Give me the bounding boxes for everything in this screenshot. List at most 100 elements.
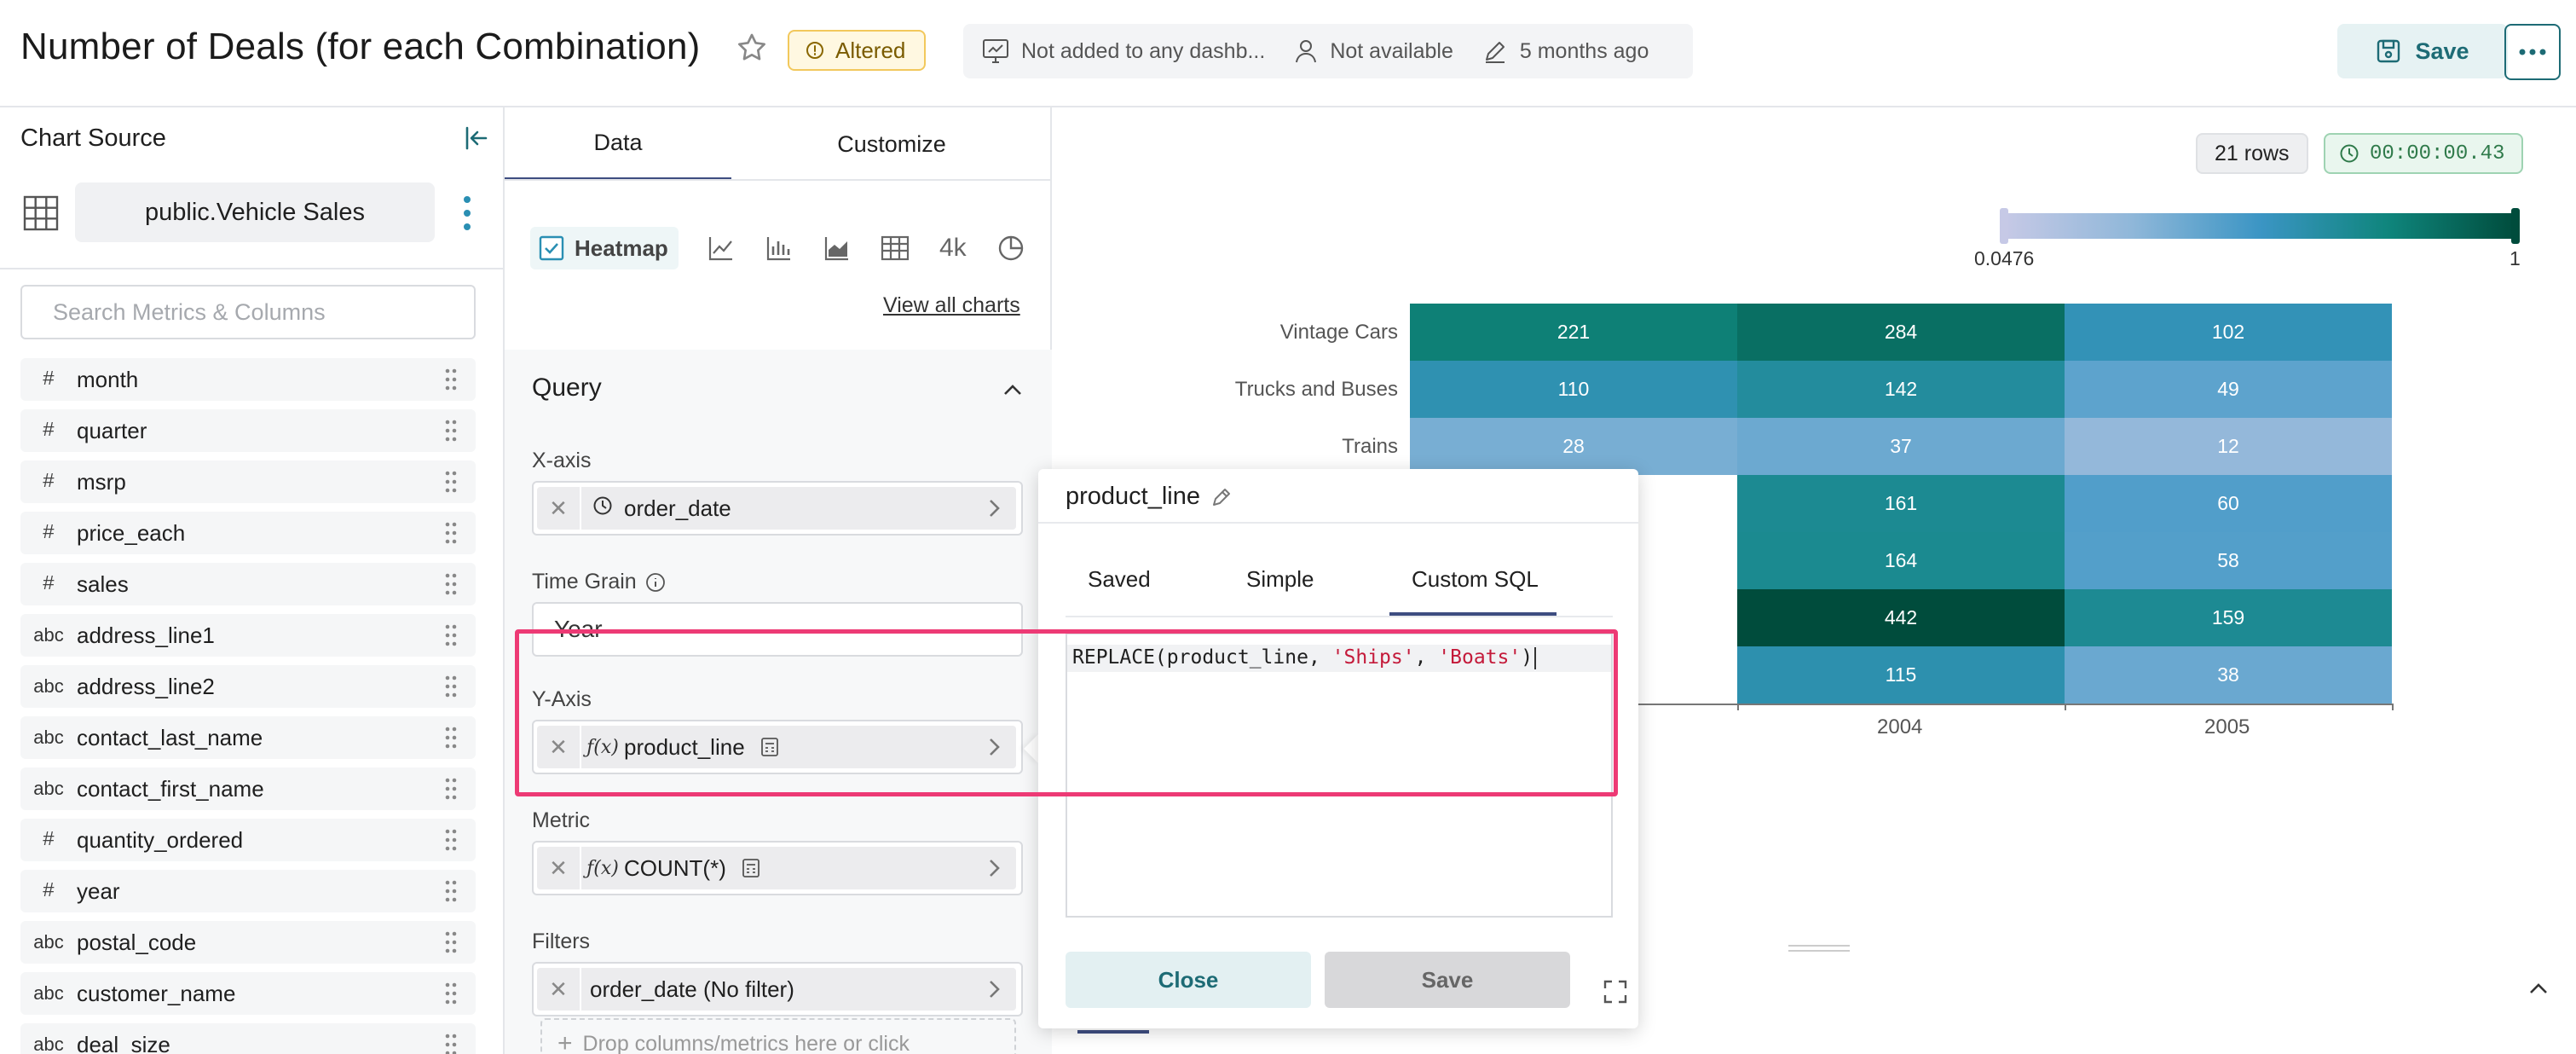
- metric-field[interactable]: ✕ ƒ(x) COUNT(*): [532, 841, 1023, 895]
- area-chart-icon[interactable]: [822, 233, 852, 264]
- collapse-left-icon[interactable]: [460, 123, 491, 153]
- filter-chip[interactable]: ✕ order_date (No filter): [537, 968, 1016, 1011]
- metric-chip[interactable]: ✕ ƒ(x) COUNT(*): [537, 847, 1016, 889]
- drag-handle-icon[interactable]: [445, 880, 457, 902]
- more-options-button[interactable]: [2504, 24, 2561, 80]
- drag-handle-icon[interactable]: [445, 778, 457, 800]
- save-button[interactable]: Save: [1325, 952, 1570, 1008]
- chevron-right-icon[interactable]: [984, 736, 1004, 758]
- heatmap-cell[interactable]: 38: [2065, 646, 2392, 704]
- chevron-right-icon[interactable]: [984, 857, 1004, 879]
- legend-min-handle[interactable]: [2000, 208, 2008, 244]
- big-number-chart-option[interactable]: 4k: [938, 233, 968, 264]
- drag-handle-icon[interactable]: [445, 368, 457, 391]
- tab-saved[interactable]: Saved: [1088, 566, 1151, 593]
- time-grain-select[interactable]: Year: [532, 602, 1023, 657]
- search-columns-input[interactable]: [20, 285, 476, 339]
- chevron-up-icon[interactable]: [2527, 977, 2550, 1001]
- drag-handle-icon[interactable]: [445, 471, 457, 493]
- altered-badge[interactable]: Altered: [788, 30, 927, 71]
- list-item[interactable]: # price_each: [20, 512, 476, 554]
- dataset-name[interactable]: public.Vehicle Sales: [75, 182, 435, 242]
- dataset-menu-icon[interactable]: [457, 193, 477, 234]
- owner-meta[interactable]: Not available: [1294, 38, 1453, 64]
- chevron-up-icon[interactable]: [1001, 379, 1025, 402]
- legend-max-handle[interactable]: [2511, 208, 2520, 244]
- list-item[interactable]: # year: [20, 870, 476, 912]
- heatmap-cell[interactable]: 142: [1737, 361, 2065, 418]
- info-icon[interactable]: [645, 572, 666, 593]
- list-item[interactable]: # msrp: [20, 460, 476, 503]
- chevron-right-icon[interactable]: [984, 978, 1004, 1000]
- drag-handle-icon[interactable]: [445, 522, 457, 544]
- chevron-right-icon[interactable]: [984, 497, 1004, 519]
- list-item[interactable]: abc deal_size: [20, 1023, 476, 1054]
- list-item[interactable]: # quantity_ordered: [20, 819, 476, 861]
- filter-field[interactable]: ✕ order_date (No filter): [532, 962, 1023, 1016]
- list-item[interactable]: abc contact_last_name: [20, 716, 476, 759]
- xaxis-chip[interactable]: ✕ order_date: [537, 487, 1016, 530]
- drag-handle-icon[interactable]: [445, 573, 457, 595]
- chart-title[interactable]: Number of Deals (for each Combination): [20, 26, 701, 68]
- tab-simple[interactable]: Simple: [1246, 566, 1314, 593]
- remove-icon[interactable]: ✕: [537, 976, 580, 1003]
- dashboards-meta[interactable]: Not added to any dashb...: [982, 38, 1265, 64]
- drag-handle-icon[interactable]: [445, 420, 457, 442]
- drag-handle-icon[interactable]: [445, 624, 457, 646]
- heatmap-cell[interactable]: 115: [1737, 646, 2065, 704]
- list-item[interactable]: abc address_line2: [20, 665, 476, 708]
- heatmap-cell[interactable]: 284: [1737, 304, 2065, 361]
- list-item[interactable]: abc customer_name: [20, 972, 476, 1015]
- sql-editor[interactable]: [1066, 633, 1613, 918]
- tab-custom-sql[interactable]: Custom SQL: [1412, 566, 1539, 593]
- tab-data[interactable]: Data: [505, 107, 731, 181]
- bar-chart-icon[interactable]: [764, 233, 794, 264]
- remove-icon[interactable]: ✕: [537, 734, 580, 761]
- save-chart-button[interactable]: Save: [2337, 24, 2508, 78]
- heatmap-cell[interactable]: 58: [2065, 532, 2392, 589]
- close-button[interactable]: Close: [1066, 952, 1311, 1008]
- line-chart-icon[interactable]: [706, 233, 736, 264]
- list-item[interactable]: abc address_line1: [20, 614, 476, 657]
- remove-icon[interactable]: ✕: [537, 495, 580, 522]
- modified-meta[interactable]: 5 months ago: [1482, 38, 1649, 64]
- list-item[interactable]: # month: [20, 358, 476, 401]
- resize-handle[interactable]: [1788, 945, 1850, 952]
- view-all-charts-link[interactable]: View all charts: [883, 293, 1020, 318]
- heatmap-cell[interactable]: 102: [2065, 304, 2392, 361]
- heatmap-cell[interactable]: 164: [1737, 532, 2065, 589]
- heatmap-cell[interactable]: 110: [1410, 361, 1737, 418]
- heatmap-cell[interactable]: 12: [2065, 418, 2392, 475]
- heatmap-cell[interactable]: 37: [1737, 418, 2065, 475]
- heatmap-chart-option[interactable]: Heatmap: [530, 227, 679, 269]
- drag-handle-icon[interactable]: [445, 1034, 457, 1054]
- heatmap-cell[interactable]: 442: [1737, 589, 2065, 646]
- drag-handle-icon[interactable]: [445, 829, 457, 851]
- yaxis-chip[interactable]: ✕ ƒ(x) product_line: [537, 726, 1016, 768]
- drag-handle-icon[interactable]: [445, 931, 457, 953]
- star-icon[interactable]: [735, 31, 769, 65]
- query-section-title[interactable]: Query: [532, 374, 602, 402]
- list-item[interactable]: abc contact_first_name: [20, 767, 476, 810]
- list-item[interactable]: # quarter: [20, 409, 476, 452]
- heatmap-cell[interactable]: 159: [2065, 589, 2392, 646]
- table-chart-icon[interactable]: [880, 233, 910, 264]
- pie-chart-icon[interactable]: [996, 233, 1026, 264]
- filter-drop-zone[interactable]: + Drop columns/metrics here or click: [540, 1018, 1016, 1054]
- drag-handle-icon[interactable]: [445, 982, 457, 1005]
- drag-handle-icon[interactable]: [445, 727, 457, 749]
- heatmap-cell[interactable]: 221: [1410, 304, 1737, 361]
- heatmap-cell[interactable]: 60: [2065, 475, 2392, 532]
- remove-icon[interactable]: ✕: [537, 855, 580, 882]
- tab-customize[interactable]: Customize: [731, 107, 1052, 181]
- pencil-icon[interactable]: [1210, 486, 1233, 508]
- list-item[interactable]: # sales: [20, 563, 476, 605]
- heatmap-cell[interactable]: 161: [1737, 475, 2065, 532]
- expand-icon[interactable]: [1603, 979, 1628, 1005]
- drag-handle-icon[interactable]: [445, 675, 457, 698]
- xaxis-field[interactable]: ✕ order_date: [532, 481, 1023, 536]
- list-item[interactable]: abc postal_code: [20, 921, 476, 964]
- heatmap-cell[interactable]: 28: [1410, 418, 1737, 475]
- heatmap-cell[interactable]: 49: [2065, 361, 2392, 418]
- yaxis-field[interactable]: ✕ ƒ(x) product_line: [532, 720, 1023, 774]
